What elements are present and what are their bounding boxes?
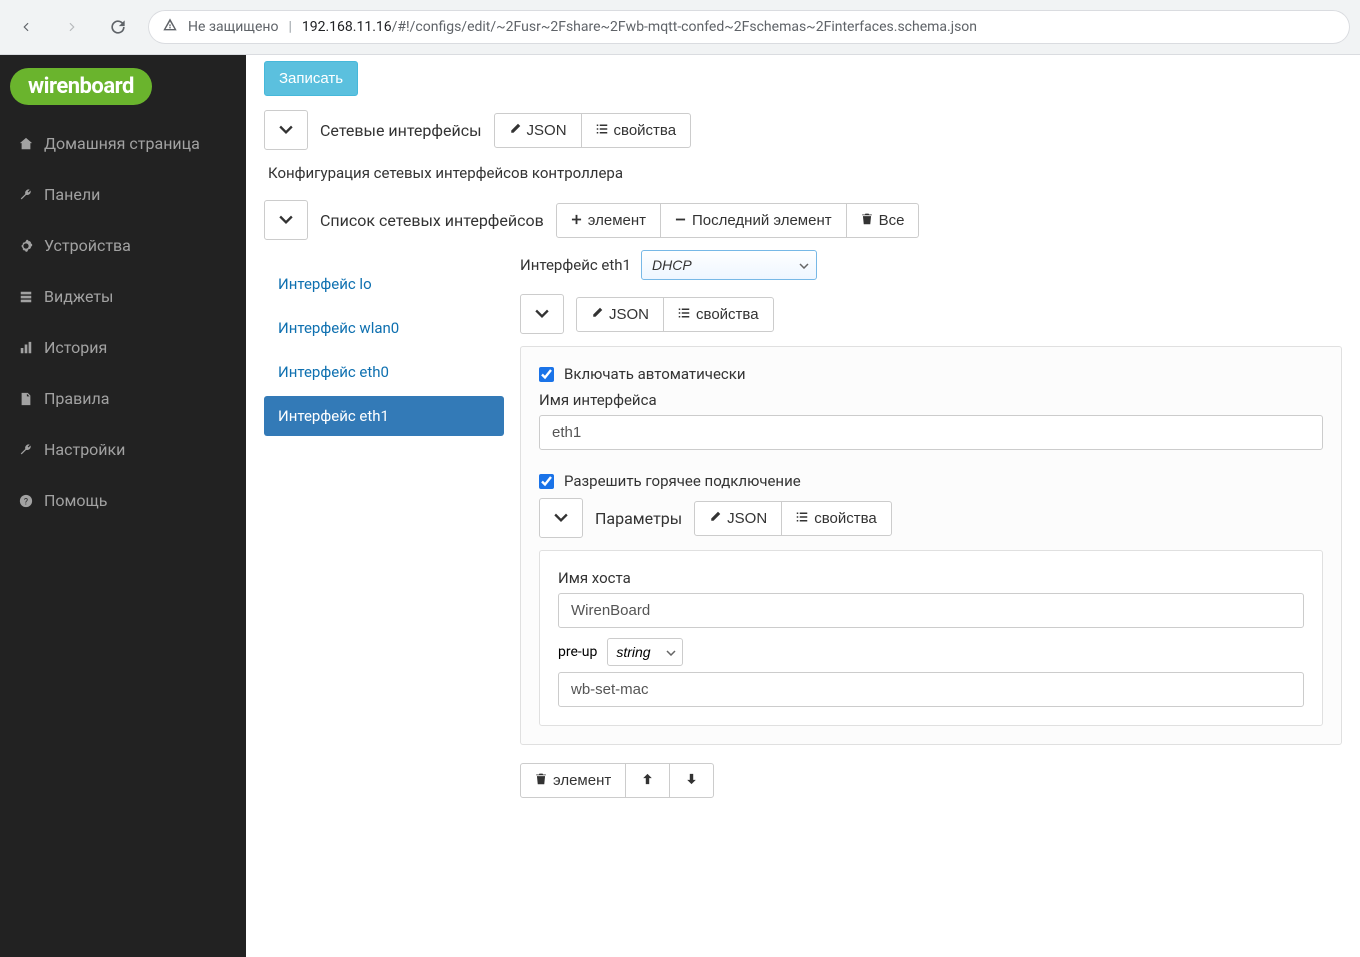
main-content: Записать Сетевые интерфейсы JSON свойств… xyxy=(246,55,1360,957)
interface-tab-wlan0[interactable]: Интерфейс wlan0 xyxy=(264,308,504,348)
chart-icon xyxy=(18,341,34,355)
pencil-icon xyxy=(591,306,603,323)
plus-icon xyxy=(571,212,582,229)
sidebar-item-label: История xyxy=(44,338,107,357)
element-actions-group: элемент xyxy=(520,763,714,798)
collapse-toggle[interactable] xyxy=(264,110,308,150)
hotplug-checkbox[interactable] xyxy=(539,474,554,489)
preup-label: pre-up xyxy=(558,644,597,660)
section-title: Сетевые интерфейсы xyxy=(320,121,482,140)
iface-name-input[interactable] xyxy=(539,415,1323,450)
forward-button[interactable] xyxy=(56,11,88,43)
insecure-label: Не защищено xyxy=(188,19,278,35)
properties-button-params[interactable]: свойства xyxy=(781,501,892,536)
wrench-icon xyxy=(18,443,34,457)
remove-last-button[interactable]: Последний элемент xyxy=(660,203,847,238)
sidebar-item-widgets[interactable]: Виджеты xyxy=(0,271,246,322)
hotplug-label: Разрешить горячее подключение xyxy=(564,472,801,490)
sidebar-item-label: Панели xyxy=(44,185,100,204)
question-icon: ? xyxy=(18,494,34,508)
list-icon xyxy=(678,306,690,323)
iface-name-label: Имя интерфейса xyxy=(539,391,1323,409)
trash-icon xyxy=(861,212,873,229)
interface-tab-eth1[interactable]: Интерфейс eth1 xyxy=(264,396,504,436)
sidebar-item-history[interactable]: История xyxy=(0,322,246,373)
sidebar-item-label: Правила xyxy=(44,389,109,408)
logo-wrap: wirenboard xyxy=(0,55,246,118)
sidebar: wirenboard Домашняя страница Панели Устр… xyxy=(0,55,246,957)
back-button[interactable] xyxy=(10,11,42,43)
sidebar-item-label: Настройки xyxy=(44,440,125,459)
params-view-group: JSON свойства xyxy=(694,501,892,536)
pencil-icon xyxy=(509,122,521,139)
delete-all-button[interactable]: Все xyxy=(846,203,920,238)
url-text: 192.168.11.16/#!/configs/edit/~2Fusr~2Fs… xyxy=(302,19,977,35)
sidebar-item-rules[interactable]: Правила xyxy=(0,373,246,424)
properties-button[interactable]: свойства xyxy=(581,113,692,148)
logo: wirenboard xyxy=(10,68,152,105)
list-icon xyxy=(596,122,608,139)
collapse-toggle-params[interactable] xyxy=(539,498,583,538)
arrow-up-icon xyxy=(642,772,653,789)
address-bar[interactable]: Не защищено | 192.168.11.16/#!/configs/e… xyxy=(148,10,1350,44)
save-button[interactable]: Записать xyxy=(264,61,358,96)
json-button-detail[interactable]: JSON xyxy=(576,297,664,332)
list-actions-group: элемент Последний элемент Все xyxy=(556,203,920,238)
gear-icon xyxy=(18,239,34,253)
view-mode-group: JSON свойства xyxy=(494,113,692,148)
hostname-input[interactable] xyxy=(558,593,1304,628)
sidebar-item-settings[interactable]: Настройки xyxy=(0,424,246,475)
detail-title: Интерфейс eth1 xyxy=(520,256,631,274)
reload-button[interactable] xyxy=(102,11,134,43)
interface-list: Интерфейс lo Интерфейс wlan0 Интерфейс e… xyxy=(264,250,504,440)
sidebar-item-label: Виджеты xyxy=(44,287,113,306)
params-panel: Имя хоста pre-up string xyxy=(539,550,1323,726)
list-section-title: Список сетевых интерфейсов xyxy=(320,211,544,230)
detail-panel: Включать автоматически Имя интерфейса Ра… xyxy=(520,346,1342,745)
json-button[interactable]: JSON xyxy=(494,113,582,148)
params-title: Параметры xyxy=(595,509,682,528)
interface-detail: Интерфейс eth1 DHCP xyxy=(520,250,1342,798)
sidebar-item-home[interactable]: Домашняя страница xyxy=(0,118,246,169)
hostname-label: Имя хоста xyxy=(558,569,1304,587)
home-icon xyxy=(18,137,34,151)
list-icon xyxy=(18,290,34,304)
sidebar-item-help[interactable]: ? Помощь xyxy=(0,475,246,526)
mode-select[interactable]: DHCP xyxy=(641,250,817,280)
sidebar-item-label: Домашняя страница xyxy=(44,134,200,153)
sidebar-item-devices[interactable]: Устройства xyxy=(0,220,246,271)
svg-text:?: ? xyxy=(24,497,28,507)
arrow-down-icon xyxy=(686,772,697,789)
auto-label: Включать автоматически xyxy=(564,365,746,383)
wrench-icon xyxy=(18,188,34,202)
auto-checkbox[interactable] xyxy=(539,367,554,382)
sidebar-item-label: Помощь xyxy=(44,491,107,510)
delete-element-button[interactable]: элемент xyxy=(520,763,626,798)
move-down-button[interactable] xyxy=(669,763,714,798)
browser-toolbar: Не защищено | 192.168.11.16/#!/configs/e… xyxy=(0,0,1360,55)
collapse-toggle-list[interactable] xyxy=(264,200,308,240)
sidebar-item-label: Устройства xyxy=(44,236,131,255)
separator: | xyxy=(288,19,291,35)
insecure-icon xyxy=(162,17,178,37)
properties-button-detail[interactable]: свойства xyxy=(663,297,774,332)
list-icon xyxy=(796,510,808,527)
trash-icon xyxy=(535,772,547,789)
sidebar-item-panels[interactable]: Панели xyxy=(0,169,246,220)
collapse-toggle-detail[interactable] xyxy=(520,294,564,334)
minus-icon xyxy=(675,212,686,229)
move-up-button[interactable] xyxy=(625,763,670,798)
detail-view-group: JSON свойства xyxy=(576,297,774,332)
file-icon xyxy=(18,392,34,406)
pencil-icon xyxy=(709,510,721,527)
preup-value-input[interactable] xyxy=(558,672,1304,707)
interface-tab-lo[interactable]: Интерфейс lo xyxy=(264,264,504,304)
add-element-button[interactable]: элемент xyxy=(556,203,661,238)
json-button-params[interactable]: JSON xyxy=(694,501,782,536)
preup-type-select[interactable]: string xyxy=(607,638,683,666)
section-description: Конфигурация сетевых интерфейсов контрол… xyxy=(268,164,1338,182)
interface-tab-eth0[interactable]: Интерфейс eth0 xyxy=(264,352,504,392)
